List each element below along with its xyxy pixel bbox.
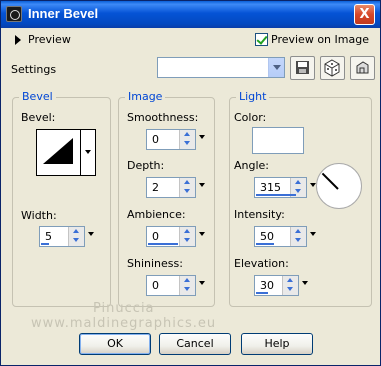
help-button[interactable]: Help [241, 333, 313, 355]
intensity-caret-icon[interactable] [310, 232, 316, 236]
bevel-group-title: Bevel [19, 90, 56, 103]
ambience-value: 0 [152, 230, 159, 243]
chevron-down-icon[interactable] [268, 58, 284, 77]
width-spin-buttons[interactable] [68, 227, 84, 246]
width-stepper[interactable]: 5 [39, 226, 94, 247]
ambience-stepper[interactable]: 0 [146, 226, 205, 247]
width-slider-bar [41, 243, 49, 245]
watermark-line1: Pinuccia [93, 301, 155, 316]
intensity-label: Intensity: [234, 208, 285, 221]
shininess-caret-icon[interactable] [199, 281, 205, 285]
bevel-shape-icon [43, 138, 73, 164]
title-bar[interactable]: Inner Bevel X [1, 1, 380, 28]
elevation-slider-bar [256, 292, 268, 294]
depth-label: Depth: [127, 159, 165, 172]
shininess-value: 0 [152, 279, 159, 292]
depth-caret-icon[interactable] [199, 183, 205, 187]
smoothness-stepper[interactable]: 0 [146, 129, 205, 150]
width-label: Width: [21, 209, 57, 222]
color-label: Color: [234, 111, 267, 124]
ambience-spin-buttons[interactable] [179, 227, 195, 246]
intensity-spin-buttons[interactable] [290, 227, 306, 246]
angle-slider-bar [256, 194, 296, 196]
app-icon [6, 6, 22, 22]
depth-value: 2 [152, 181, 159, 194]
window-title: Inner Bevel [28, 6, 99, 21]
watermark: Pinuccia www.maldinegraphics.eu [31, 301, 216, 331]
preview-row: Preview Preview on Image [1, 28, 380, 52]
intensity-value: 50 [260, 230, 274, 243]
elevation-label: Elevation: [234, 257, 289, 270]
expand-arrow-icon[interactable] [15, 35, 21, 45]
bevel-label: Bevel: [21, 111, 56, 124]
dice-icon [324, 59, 340, 77]
bevel-shape-dropdown[interactable] [80, 129, 96, 176]
ambience-label: Ambience: [127, 208, 186, 221]
width-caret-icon[interactable] [88, 232, 94, 236]
depth-stepper[interactable]: 2 [146, 177, 205, 198]
angle-value: 315 [260, 181, 281, 194]
settings-row: Settings [1, 54, 380, 84]
cancel-button[interactable]: Cancel [159, 333, 231, 355]
depth-spin-buttons[interactable] [179, 178, 195, 197]
preview-on-image-label[interactable]: Preview on Image [271, 33, 369, 46]
close-button[interactable]: X [354, 4, 375, 25]
reset-icon [356, 61, 369, 74]
settings-combo[interactable] [157, 57, 285, 78]
angle-needle-icon [321, 172, 339, 190]
image-group-title: Image [125, 90, 166, 103]
intensity-stepper[interactable]: 50 [254, 226, 316, 247]
elevation-spin-buttons[interactable] [282, 276, 298, 295]
randomize-button[interactable] [320, 56, 345, 80]
angle-dial[interactable] [316, 163, 362, 209]
ambience-slider-bar [148, 243, 178, 245]
width-value: 5 [45, 230, 52, 243]
elevation-value: 30 [260, 279, 274, 292]
shininess-label: Shininess: [127, 257, 183, 270]
ok-button[interactable]: OK [79, 333, 151, 355]
inner-bevel-dialog: Inner Bevel X Preview Preview on Image S… [0, 0, 381, 366]
smoothness-spin-buttons[interactable] [179, 130, 195, 149]
angle-stepper[interactable]: 315 [254, 177, 316, 198]
preview-label[interactable]: Preview [28, 33, 71, 46]
intensity-slider-bar [256, 243, 274, 245]
light-color-swatch[interactable] [252, 127, 304, 154]
shininess-stepper[interactable]: 0 [146, 275, 205, 296]
save-preset-button[interactable] [290, 56, 315, 80]
angle-label: Angle: [234, 159, 270, 172]
watermark-line2: www.maldinegraphics.eu [31, 316, 217, 331]
ambience-caret-icon[interactable] [199, 232, 205, 236]
floppy-disk-icon [296, 61, 309, 74]
elevation-caret-icon[interactable] [302, 281, 308, 285]
settings-label: Settings [11, 63, 57, 76]
elevation-stepper[interactable]: 30 [254, 275, 308, 296]
preview-on-image-checkbox[interactable] [255, 33, 268, 46]
reset-button[interactable] [350, 56, 375, 80]
shininess-spin-buttons[interactable] [179, 276, 195, 295]
smoothness-caret-icon[interactable] [199, 135, 205, 139]
light-group-title: Light [236, 90, 270, 103]
smoothness-value: 0 [152, 133, 159, 146]
smoothness-label: Smoothness: [127, 111, 199, 124]
